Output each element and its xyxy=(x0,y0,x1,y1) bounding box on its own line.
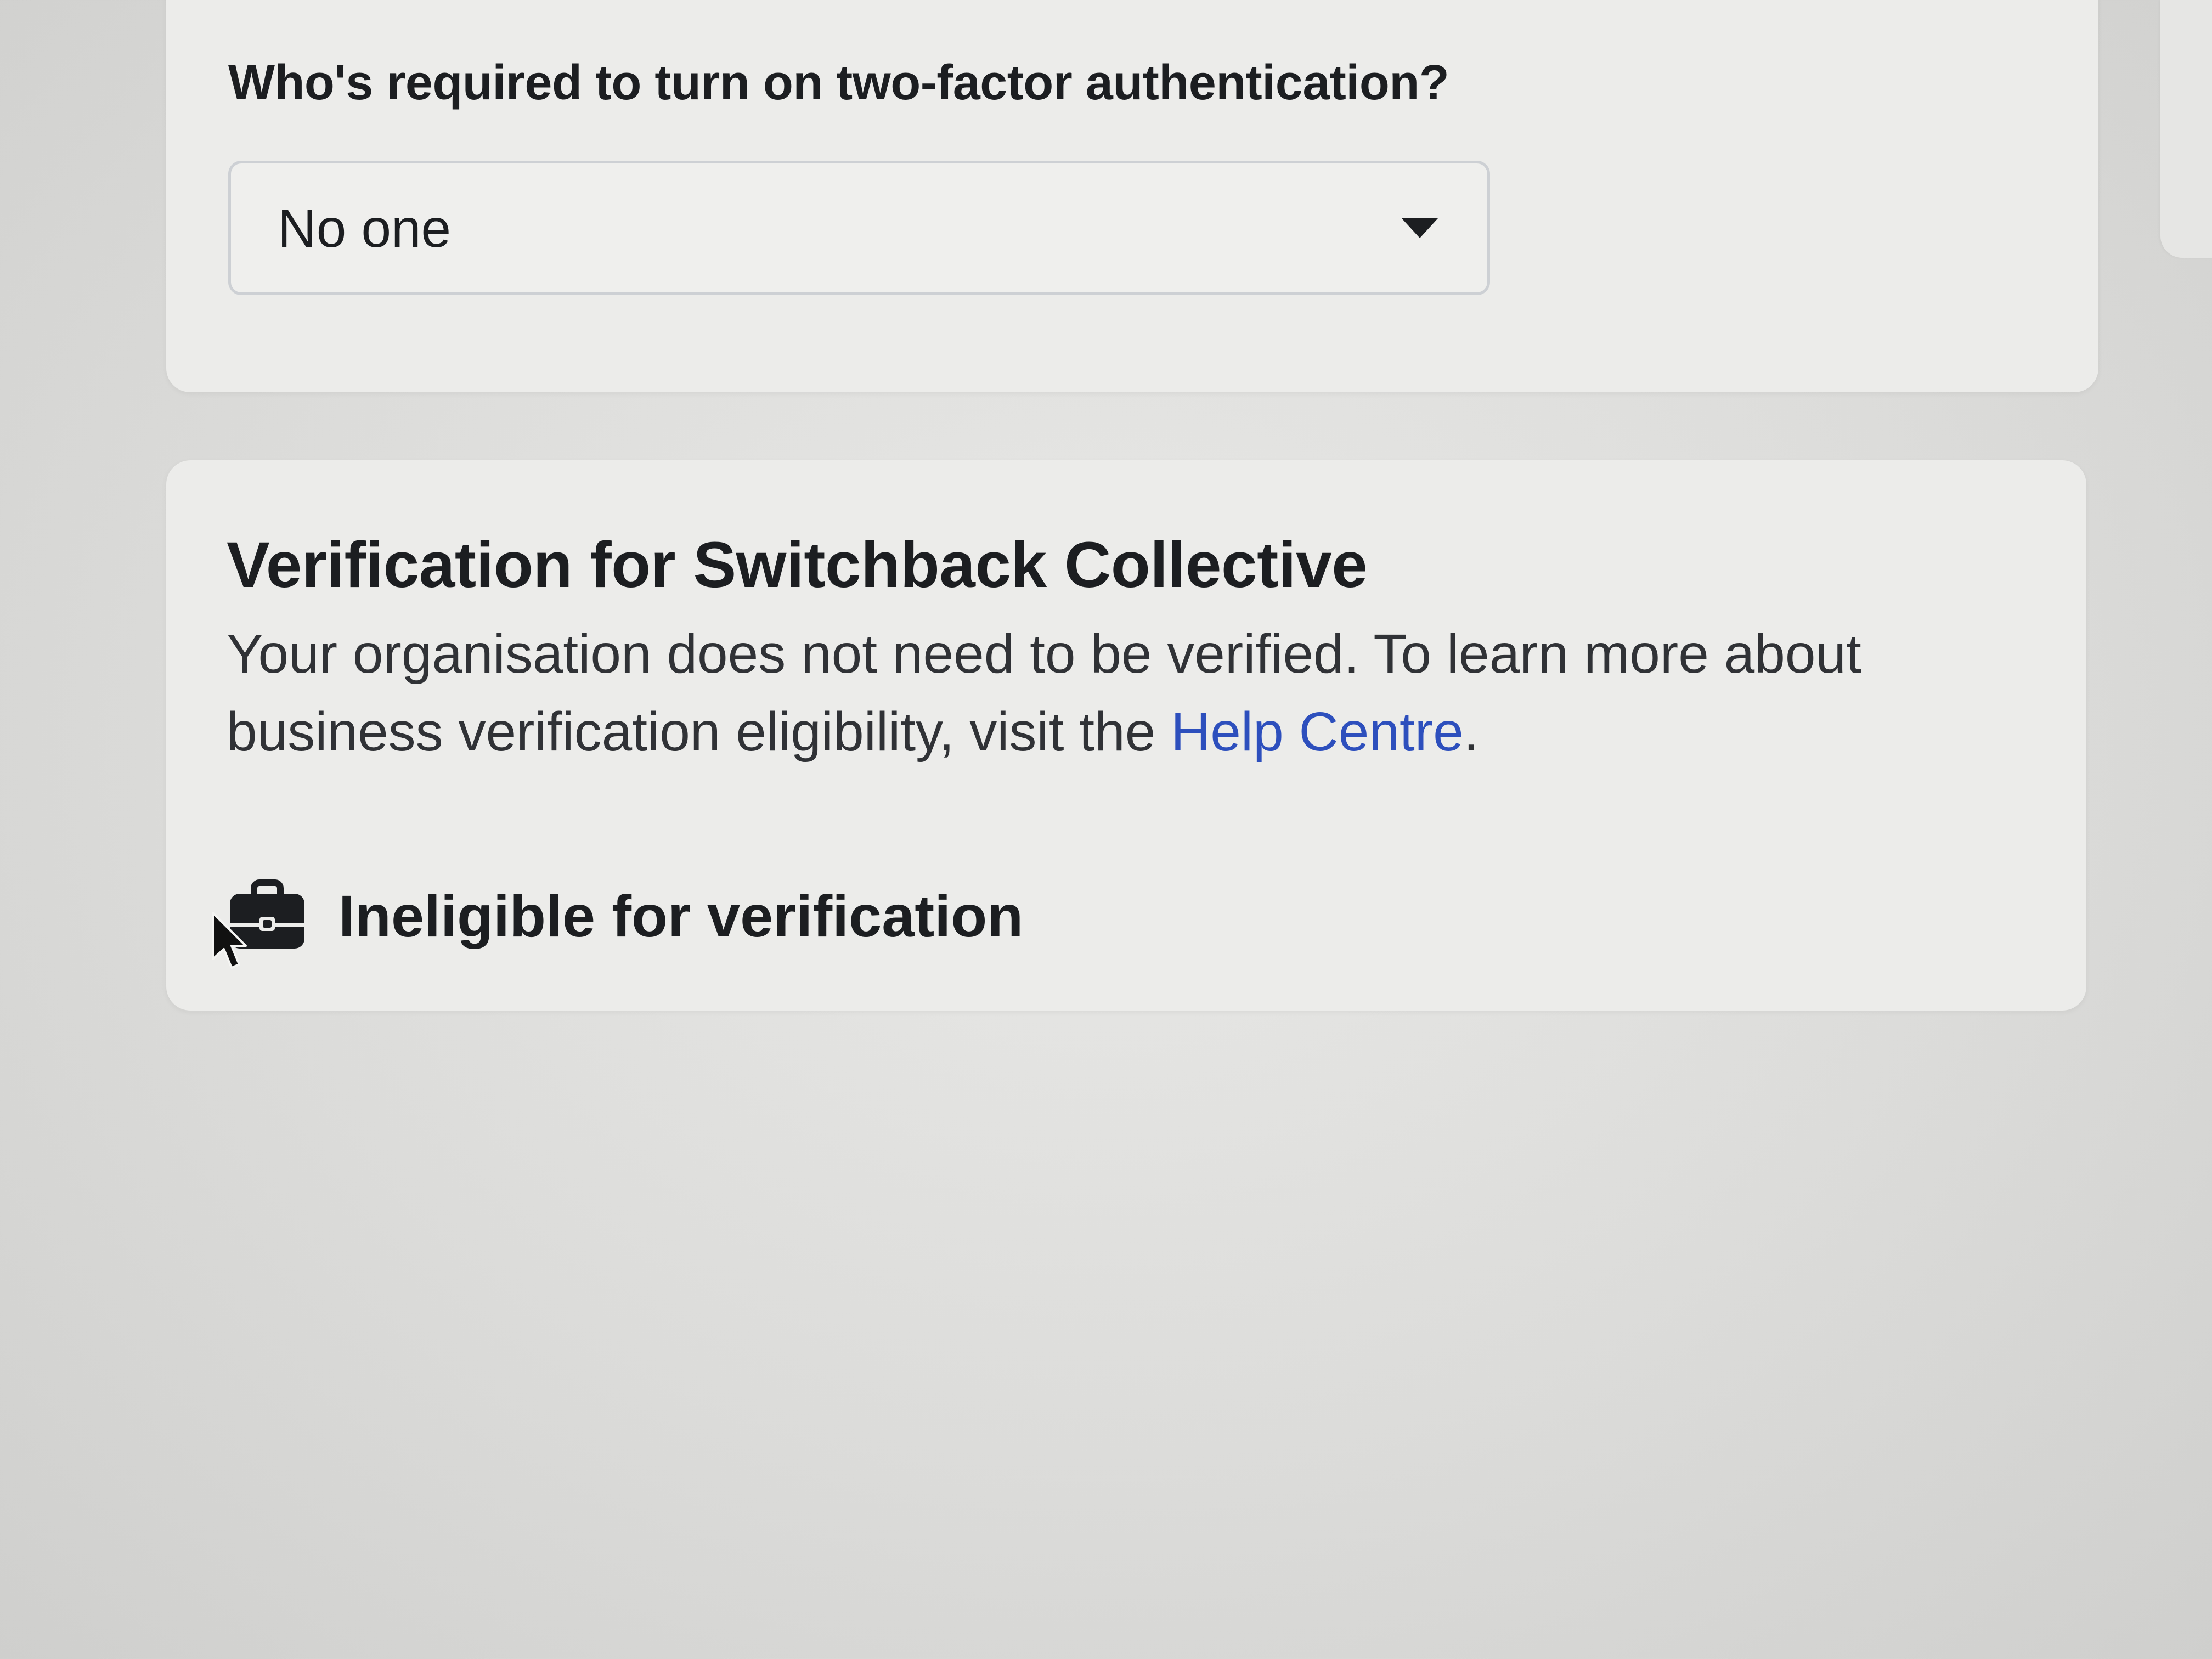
two-factor-settings-card: Who's required to turn on two-factor aut… xyxy=(166,0,2098,392)
verification-description: Your organisation does not need to be ve… xyxy=(227,615,1872,771)
verification-card: Verification for Switchback Collective Y… xyxy=(166,460,2086,1011)
side-panel-edge xyxy=(2160,0,2212,258)
select-value: No one xyxy=(278,198,452,258)
description-period: . xyxy=(1463,701,1479,763)
verification-title: Verification for Switchback Collective xyxy=(227,529,1368,601)
status-text: Ineligible for verification xyxy=(338,882,1024,949)
description-text: Your organisation does not need to be ve… xyxy=(227,623,1861,763)
mouse-cursor-icon xyxy=(212,912,247,969)
two-factor-question-label: Who's required to turn on two-factor aut… xyxy=(228,55,1449,110)
help-centre-link[interactable]: Help Centre xyxy=(1171,701,1464,763)
two-factor-requirement-select[interactable]: No one xyxy=(228,161,1490,295)
verification-status: Ineligible for verification xyxy=(227,872,1023,960)
caret-down-icon xyxy=(1402,218,1438,238)
